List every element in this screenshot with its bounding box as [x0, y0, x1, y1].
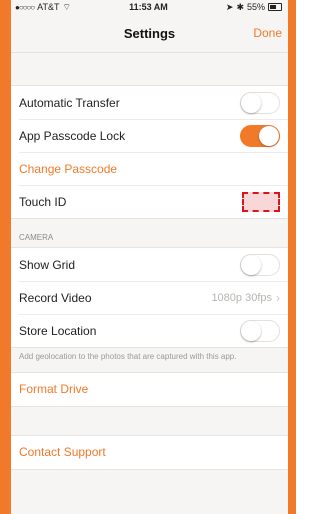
record-video-label: Record Video — [19, 290, 92, 305]
show-grid-toggle[interactable] — [240, 253, 280, 276]
battery-icon — [268, 3, 282, 11]
change-passcode-link[interactable]: Change Passcode — [19, 162, 117, 176]
automatic-transfer-row: Automatic Transfer — [11, 86, 288, 119]
change-passcode-row[interactable]: Change Passcode — [11, 152, 288, 185]
touch-id-row: Touch ID — [11, 185, 288, 218]
wifi-icon: ⌔ — [62, 1, 71, 12]
chevron-right-icon: › — [276, 290, 280, 305]
format-section: Format Drive — [11, 371, 288, 407]
show-grid-row: Show Grid — [11, 248, 288, 281]
automatic-transfer-toggle[interactable] — [240, 91, 280, 114]
touch-id-label: Touch ID — [19, 194, 67, 209]
store-location-toggle[interactable] — [240, 319, 280, 342]
contact-support-row[interactable]: Contact Support — [11, 436, 288, 469]
bluetooth-icon: ✱ — [236, 1, 244, 12]
camera-section-header: CAMERA — [19, 233, 54, 242]
automatic-transfer-label: Automatic Transfer — [19, 95, 120, 110]
camera-footer-note: Add geolocation to the photos that are c… — [19, 352, 237, 361]
done-button[interactable]: Done — [253, 26, 282, 40]
camera-section: Show Grid Record Video 1080p 30fps › Sto… — [11, 247, 288, 348]
passcode-lock-toggle[interactable] — [240, 124, 280, 147]
passcode-lock-label: App Passcode Lock — [19, 128, 126, 143]
record-video-row[interactable]: Record Video 1080p 30fps › — [11, 281, 288, 314]
format-drive-row[interactable]: Format Drive — [11, 373, 288, 406]
support-section: Contact Support — [11, 434, 288, 470]
clock: 11:53 AM — [129, 2, 168, 12]
carrier-label: AT&T — [37, 2, 60, 12]
battery-percent: 55% — [246, 2, 265, 12]
record-video-value: 1080p 30fps — [211, 291, 272, 304]
format-drive-button[interactable]: Format Drive — [19, 382, 88, 396]
contact-support-button[interactable]: Contact Support — [19, 445, 106, 459]
navigation-bar: Settings Done — [11, 14, 288, 53]
signal-icon: ●○○○○ — [15, 2, 35, 12]
store-location-row: Store Location — [11, 314, 288, 347]
general-section: Automatic Transfer App Passcode Lock Cha… — [11, 85, 288, 219]
touch-id-toggle[interactable] — [242, 191, 280, 212]
status-bar: ●○○○○ AT&T ⌔ 11:53 AM ➤ ✱ 55% — [11, 0, 288, 14]
passcode-lock-row: App Passcode Lock — [11, 119, 288, 152]
device-frame: ●○○○○ AT&T ⌔ 11:53 AM ➤ ✱ 55% Settings D… — [0, 0, 296, 514]
location-icon: ➤ — [225, 1, 234, 12]
show-grid-label: Show Grid — [19, 257, 76, 272]
page-title: Settings — [123, 25, 176, 41]
store-location-label: Store Location — [19, 323, 97, 338]
